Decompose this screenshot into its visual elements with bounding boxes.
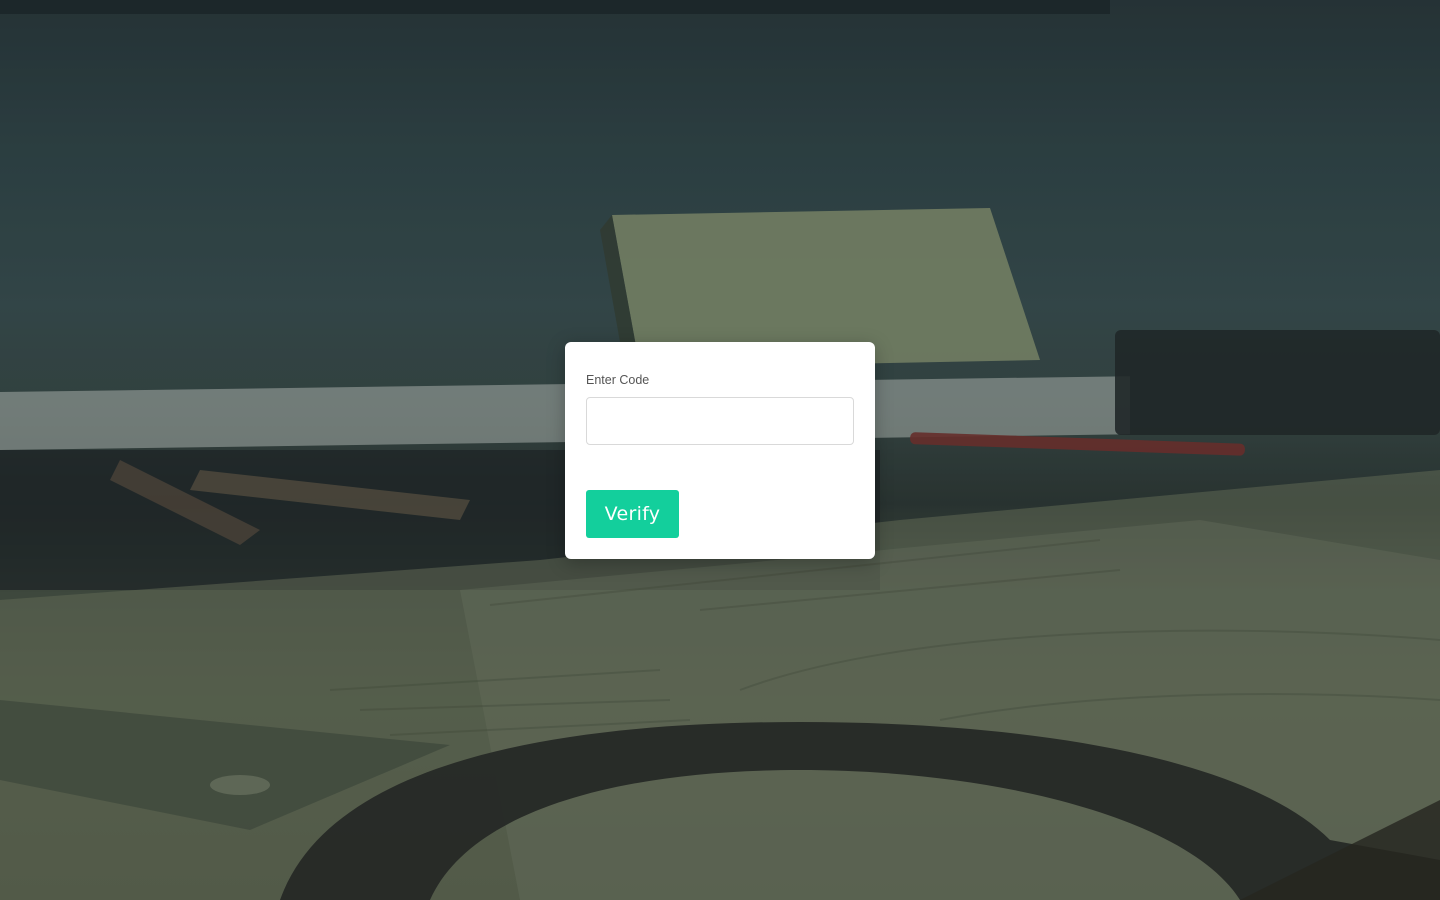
verification-card: Enter Code Verify <box>565 342 875 559</box>
verify-button[interactable]: Verify <box>586 490 679 538</box>
code-field-label: Enter Code <box>586 373 650 387</box>
code-input[interactable] <box>586 397 854 445</box>
